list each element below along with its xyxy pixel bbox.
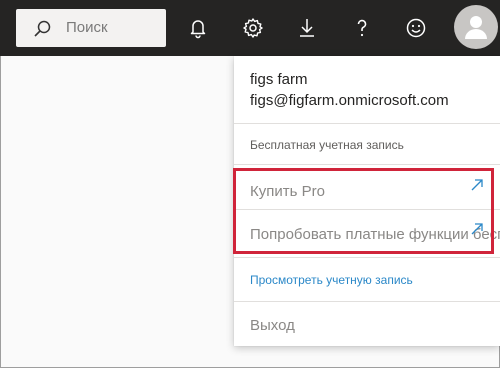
help-icon[interactable] [350, 16, 374, 40]
download-icon[interactable] [295, 16, 319, 40]
avatar-icon[interactable] [454, 5, 498, 49]
search-placeholder: Поиск [66, 19, 108, 36]
account-email: figs@figfarm.onmicrosoft.com [250, 92, 449, 109]
highlight-box [233, 168, 494, 254]
logout-button[interactable]: Выход [250, 317, 295, 334]
notifications-icon[interactable] [186, 16, 210, 40]
search-box[interactable]: Поиск [16, 9, 166, 47]
divider [234, 164, 500, 165]
view-account-link[interactable]: Просмотреть учетную запись [250, 273, 413, 287]
feedback-icon[interactable] [404, 16, 428, 40]
account-name: figs farm [250, 71, 308, 88]
divider [234, 123, 500, 124]
divider [234, 257, 500, 258]
settings-icon[interactable] [241, 16, 265, 40]
divider [234, 301, 500, 302]
account-plan: Бесплатная учетная запись [250, 138, 404, 152]
search-icon [32, 19, 52, 39]
top-bar: Поиск [0, 0, 500, 56]
